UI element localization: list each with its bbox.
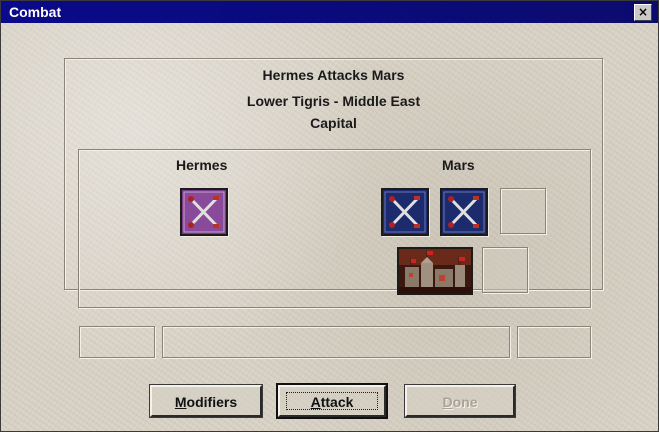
attack-button[interactable]: Attack xyxy=(278,385,386,417)
defender-empty-slot-2 xyxy=(482,247,528,293)
combat-target-type: Capital xyxy=(310,115,357,131)
focus-rectangle xyxy=(286,392,378,410)
combat-status-box xyxy=(162,326,510,358)
defender-status-box xyxy=(517,326,591,358)
combat-window: Combat × Hermes Attacks Mars Lower Tigri… xyxy=(0,0,659,432)
done-hotkey: D xyxy=(442,394,453,410)
attacker-name: Hermes xyxy=(176,157,228,173)
defender-unit-slot-1[interactable] xyxy=(381,188,429,236)
capital-city-icon xyxy=(399,249,471,293)
window-title: Combat xyxy=(9,4,62,20)
close-icon: × xyxy=(637,5,649,19)
attacker-unit-slot[interactable] xyxy=(180,188,228,236)
crossed-swords-icon xyxy=(384,191,426,233)
defender-empty-slot-1 xyxy=(500,188,546,234)
capital-building-slot[interactable] xyxy=(397,247,473,295)
modifiers-button[interactable]: Modifiers xyxy=(150,385,262,417)
title-bar[interactable]: Combat × xyxy=(1,1,658,23)
combat-location: Lower Tigris - Middle East xyxy=(246,93,421,109)
modifiers-label: odifiers xyxy=(186,394,238,410)
close-button[interactable]: × xyxy=(634,4,652,21)
crossed-swords-icon xyxy=(443,191,485,233)
attacker-status-box xyxy=(79,326,155,358)
combat-heading: Hermes Attacks Mars xyxy=(262,67,405,83)
defender-name: Mars xyxy=(442,157,475,173)
defender-unit-slot-2[interactable] xyxy=(440,188,488,236)
done-button[interactable]: Done xyxy=(405,385,515,417)
modifiers-hotkey: M xyxy=(174,394,187,410)
crossed-swords-icon xyxy=(183,191,225,233)
done-label: one xyxy=(452,394,478,410)
